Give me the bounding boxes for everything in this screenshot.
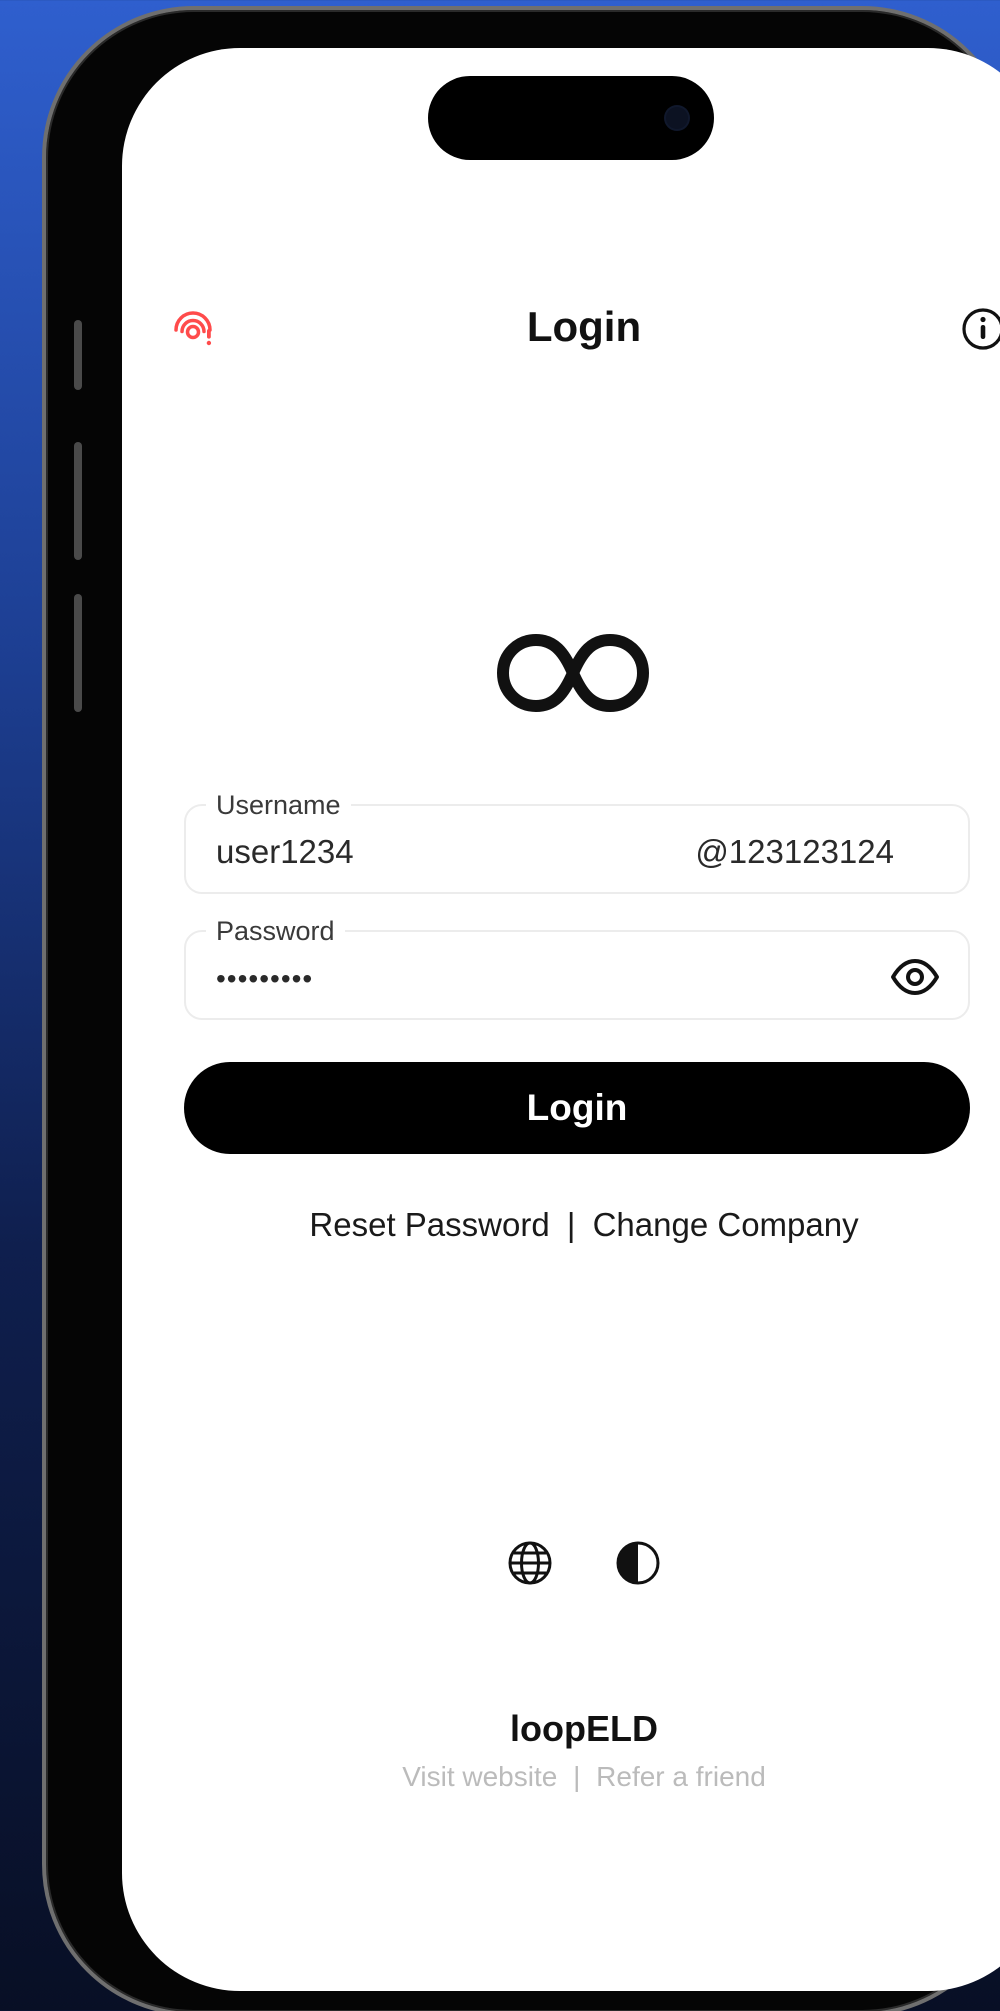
refer-friend-link[interactable]: Refer a friend xyxy=(596,1761,766,1793)
page-title: Login xyxy=(526,303,642,350)
username-input[interactable]: user1234 xyxy=(216,833,354,871)
camera-icon xyxy=(666,107,688,129)
infinity-logo-icon xyxy=(497,634,649,712)
info-icon[interactable] xyxy=(960,306,1000,352)
eye-icon[interactable] xyxy=(890,953,940,1001)
side-button xyxy=(74,320,82,390)
screen: Login Username user1234 @123123124 Passw… xyxy=(122,48,1000,1991)
top-header: Login xyxy=(122,288,1000,368)
dynamic-island xyxy=(428,76,714,160)
quick-actions xyxy=(122,1538,1000,1590)
visit-website-link[interactable]: Visit website xyxy=(402,1761,557,1793)
side-button xyxy=(74,442,82,560)
footer-separator: | xyxy=(573,1761,581,1792)
auth-links: Reset Password | Change Company xyxy=(122,1206,1000,1244)
footer-links: Visit website | Refer a friend xyxy=(122,1761,1000,1793)
contrast-icon[interactable] xyxy=(613,1538,663,1588)
phone-frame: Login Username user1234 @123123124 Passw… xyxy=(42,6,1000,2011)
side-button xyxy=(74,594,82,712)
username-field[interactable]: Username user1234 @123123124 xyxy=(184,789,970,894)
reset-password-link[interactable]: Reset Password xyxy=(309,1206,549,1244)
password-input[interactable]: ••••••••• xyxy=(216,963,313,995)
password-label: Password xyxy=(206,915,345,947)
password-field[interactable]: Password ••••••••• xyxy=(184,915,970,1020)
username-label: Username xyxy=(206,789,351,821)
change-company-link[interactable]: Change Company xyxy=(593,1206,859,1244)
company-code-suffix: @123123124 xyxy=(695,833,894,870)
link-separator: | xyxy=(566,1206,576,1243)
login-button[interactable]: Login xyxy=(184,1062,970,1154)
globe-icon[interactable] xyxy=(505,1538,555,1588)
brand-name: loopELD xyxy=(510,1708,658,1749)
